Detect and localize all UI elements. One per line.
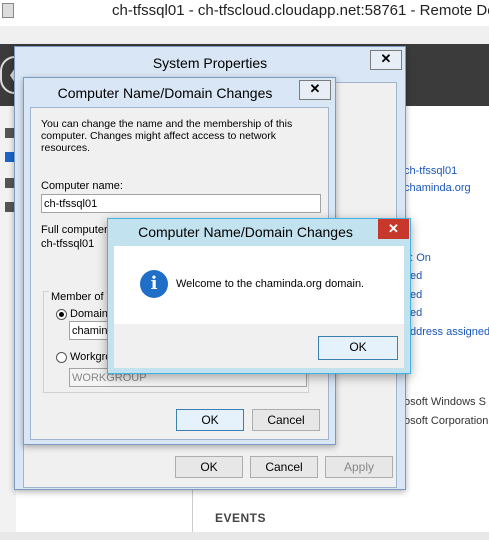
ok-button[interactable]: OK	[175, 456, 243, 478]
domain-radio[interactable]	[56, 309, 67, 320]
property-link[interactable]: ed	[410, 307, 422, 319]
organization-value: osoft Corporation	[404, 415, 489, 427]
events-heading: EVENTS	[215, 511, 267, 525]
domain-label: Domain:	[70, 308, 111, 320]
domain-link[interactable]: chaminda.org	[404, 182, 471, 194]
os-value: osoft Windows S	[404, 396, 486, 408]
ok-button[interactable]: OK	[176, 409, 244, 431]
computer-name-link[interactable]: ch-tfssql01	[404, 165, 457, 177]
computer-name-input[interactable]: ch-tfssql01	[41, 194, 321, 213]
rdp-app-icon	[2, 3, 14, 18]
message-box-title: Computer Name/Domain Changes	[138, 224, 353, 240]
ip-address-link[interactable]: ddress assigned	[410, 326, 489, 338]
welcome-message: Welcome to the chaminda.org domain.	[176, 278, 365, 290]
dialog-description: You can change the name and the membersh…	[41, 118, 293, 154]
close-icon[interactable]: ✕	[299, 80, 331, 100]
member-of-label: Member of	[49, 291, 106, 303]
apply-button[interactable]: Apply	[325, 456, 393, 478]
rdp-window-title: ch-tfssql01 - ch-tfscloud.cloudapp.net:5…	[112, 2, 489, 19]
welcome-message-box: Computer Name/Domain Changes ✕ i Welcome…	[107, 218, 411, 374]
message-body: i Welcome to the chaminda.org domain.	[114, 246, 404, 324]
computer-name-dialog-title: Computer Name/Domain Changes	[57, 85, 273, 101]
property-link[interactable]: ed	[410, 270, 422, 282]
ok-button[interactable]: OK	[318, 336, 398, 360]
property-link[interactable]: ed	[410, 289, 422, 301]
cancel-button[interactable]: Cancel	[250, 456, 318, 478]
information-icon: i	[140, 270, 168, 298]
close-icon[interactable]: ✕	[378, 219, 409, 239]
cancel-button[interactable]: Cancel	[252, 409, 320, 431]
full-computer-name-value: ch-tfssql01	[41, 238, 95, 250]
horizontal-scrollbar[interactable]	[0, 532, 489, 540]
workgroup-radio[interactable]	[56, 352, 67, 363]
rdp-toolbar	[0, 26, 489, 45]
system-properties-title: System Properties	[152, 55, 268, 71]
close-icon[interactable]: ✕	[370, 50, 402, 70]
computer-name-label: Computer name:	[41, 180, 123, 192]
